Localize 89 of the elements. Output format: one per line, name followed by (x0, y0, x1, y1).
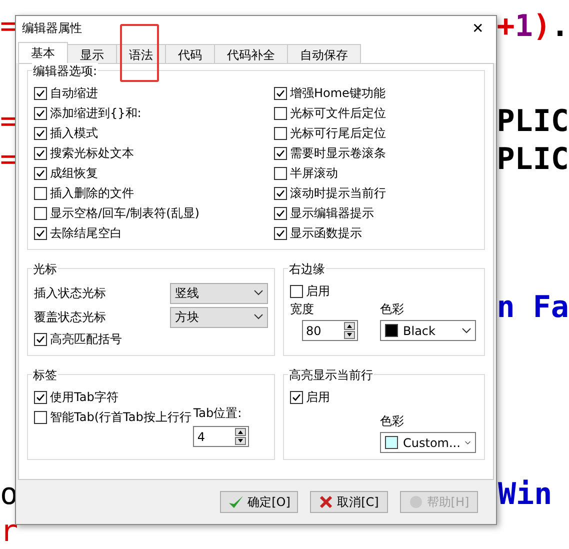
close-button[interactable]: ✕ (466, 20, 490, 36)
checkbox[interactable] (34, 410, 47, 424)
checkbox[interactable] (34, 206, 47, 220)
checkbox[interactable] (34, 186, 47, 200)
tab[interactable]: 自动保存 (287, 44, 361, 63)
checkbox[interactable] (290, 284, 303, 298)
checkbox-label: 半屏滚动 (290, 164, 338, 182)
checkbox[interactable] (34, 332, 47, 346)
code-text: + (496, 10, 515, 44)
tab[interactable]: 代码 (165, 44, 215, 63)
checkbox-label: 光标可行尾后定位 (290, 124, 386, 142)
field-label: Tab位置: (193, 405, 243, 422)
number-field[interactable]: 80 (302, 320, 358, 341)
code-text: n Fa (496, 291, 569, 325)
code-text: . (550, 10, 569, 44)
tab[interactable]: 语法 (116, 44, 166, 63)
field-label: 色彩 (380, 302, 404, 316)
checkbox-label: 使用Tab字符 (50, 388, 118, 406)
tab[interactable]: 基本 (18, 42, 68, 63)
spin-down-icon[interactable] (235, 437, 246, 445)
checkbox[interactable] (290, 390, 303, 404)
checkbox-label: 需要时显示卷滚条 (290, 144, 386, 162)
dialog-button[interactable]: 取消[C] (310, 491, 388, 513)
checkbox-label: 搜索光标处文本 (50, 144, 134, 162)
checkbox-label: 启用 (306, 388, 330, 406)
checkbox-label: 增强Home键功能 (290, 84, 386, 102)
checkbox[interactable] (34, 166, 47, 180)
field-label: 覆盖状态光标 (34, 308, 106, 326)
code-text: r (0, 515, 18, 549)
caret-icon (462, 328, 471, 334)
group-title: 编辑器选项: (32, 63, 98, 80)
checkbox[interactable] (34, 390, 47, 404)
checkbox[interactable] (34, 86, 47, 100)
checkbox-label: 光标可文件后定位 (290, 104, 386, 122)
spin-down-icon[interactable] (344, 331, 355, 339)
checkbox-label: 自动缩进 (50, 84, 98, 102)
checkbox[interactable] (274, 106, 287, 120)
checkbox-label: 启用 (306, 282, 330, 300)
checkbox-label: 显示函数提示 (290, 224, 362, 242)
caret-icon (465, 440, 471, 446)
group-title: 高亮显示当前行 (288, 367, 374, 384)
color-dropdown[interactable]: Custom... (380, 432, 476, 453)
checkbox[interactable] (274, 126, 287, 140)
checkbox[interactable] (274, 166, 287, 180)
dropdown[interactable]: 方块 (170, 306, 268, 328)
check-icon (228, 495, 244, 509)
group-title: 右边缘 (288, 261, 326, 278)
checkbox[interactable] (34, 226, 47, 240)
code-text: Win (498, 478, 552, 512)
tab[interactable]: 显示 (67, 44, 117, 63)
code-text: PLIC (496, 105, 569, 139)
checkbox-label: 去除结尾空白 (50, 224, 122, 242)
code-text: PLIC (496, 143, 569, 177)
checkbox-label: 滚动时提示当前行 (290, 184, 386, 202)
field-label: 色彩 (380, 414, 404, 428)
field-label: 插入状态光标 (34, 284, 106, 302)
spin-up-icon[interactable] (235, 428, 246, 436)
number-field[interactable]: 4 (193, 426, 250, 447)
checkbox-label: 智能Tab(行首Tab按上行行 (50, 408, 192, 426)
checkbox-label: 显示空格/回车/制表符(乱显) (50, 204, 200, 222)
checkbox-label: 插入删除的文件 (50, 184, 134, 202)
checkbox-label: 成组恢复 (50, 164, 98, 182)
checkbox-label: 高亮匹配括号 (50, 330, 122, 348)
cross-icon (319, 495, 334, 509)
dropdown[interactable]: 竖线 (170, 282, 268, 304)
code-text: ) (532, 10, 551, 44)
window-title: 编辑器属性 (22, 20, 82, 36)
checkbox[interactable] (34, 126, 47, 140)
group-title: 光标 (32, 261, 58, 278)
checkbox[interactable] (274, 86, 287, 100)
checkbox[interactable] (274, 146, 287, 160)
field-label: 宽度 (290, 302, 314, 316)
color-dropdown[interactable]: Black (380, 320, 476, 341)
checkbox-label: 添加缩进到{}和: (50, 104, 142, 122)
checkbox-label: 插入模式 (50, 124, 98, 142)
tab[interactable]: 代码补全 (214, 44, 288, 63)
spin-up-icon[interactable] (344, 322, 355, 330)
dialog-button[interactable]: 确定[O] (220, 491, 298, 513)
group-title: 标签 (32, 367, 58, 384)
checkbox-label: 显示编辑器提示 (290, 204, 374, 222)
caret-icon (254, 314, 263, 320)
checkbox[interactable] (274, 206, 287, 220)
code-text: 1 (514, 10, 533, 44)
highlight-frame (120, 24, 159, 82)
caret-icon (254, 290, 263, 296)
checkbox[interactable] (274, 226, 287, 240)
checkbox[interactable] (34, 106, 47, 120)
checkbox[interactable] (274, 186, 287, 200)
checkbox[interactable] (34, 146, 47, 160)
